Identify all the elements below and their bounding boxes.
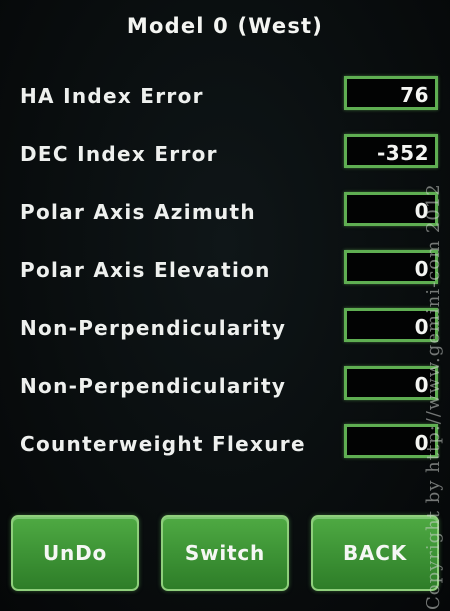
row-label: DEC Index Error bbox=[20, 142, 218, 166]
page-title: Model 0 (West) bbox=[126, 14, 324, 38]
copyright-watermark: Copyright by http://www.gemini-com 2012 bbox=[423, 183, 444, 610]
row-polar-axis-elevation: Polar Axis Elevation 0 bbox=[0, 250, 450, 290]
row-label: Polar Axis Elevation bbox=[20, 258, 271, 282]
switch-button[interactable]: Switch bbox=[161, 515, 289, 591]
field-value: -352 bbox=[376, 141, 429, 165]
gemini-model-screen: Model 0 (West) HA Index Error 76 DEC Ind… bbox=[0, 0, 450, 611]
row-polar-axis-azimuth: Polar Axis Azimuth 0 bbox=[0, 192, 450, 232]
row-dec-index-error: DEC Index Error -352 bbox=[0, 134, 450, 174]
row-label: Counterweight Flexure bbox=[20, 432, 306, 456]
row-non-perpendicularity-1: Non-Perpendicularity 0 bbox=[0, 308, 450, 348]
row-ha-index-error: HA Index Error 76 bbox=[0, 76, 450, 116]
back-button[interactable]: BACK bbox=[311, 515, 439, 591]
row-label: Non-Perpendicularity bbox=[20, 316, 287, 340]
row-counterweight-flexure: Counterweight Flexure 0 bbox=[0, 424, 450, 464]
row-label: Polar Axis Azimuth bbox=[20, 200, 256, 224]
row-label: Non-Perpendicularity bbox=[20, 374, 287, 398]
undo-button[interactable]: UnDo bbox=[11, 515, 139, 591]
row-non-perpendicularity-2: Non-Perpendicularity 0 bbox=[0, 366, 450, 406]
row-label: HA Index Error bbox=[20, 84, 204, 108]
